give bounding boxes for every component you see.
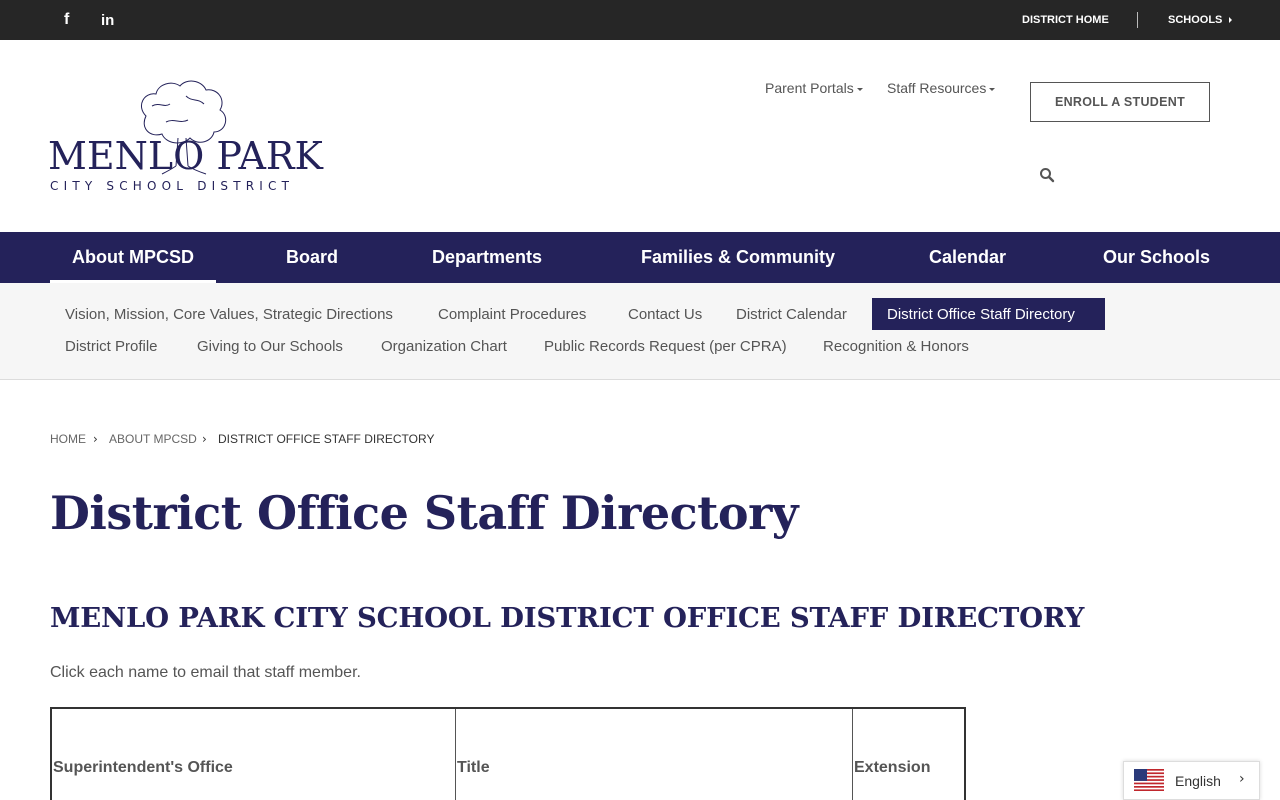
parent-portals-label: Parent Portals (765, 80, 854, 96)
caret-down-icon (989, 87, 996, 91)
nav-calendar[interactable]: Calendar (929, 232, 1006, 283)
sub-nav: Vision, Mission, Core Values, Strategic … (0, 283, 1280, 380)
table-divider (852, 709, 853, 800)
language-selector[interactable]: English › (1123, 761, 1260, 800)
logo-name: MENLO PARK (48, 134, 323, 178)
language-label: English (1175, 773, 1221, 789)
utility-divider (1137, 12, 1138, 28)
nav-families-community[interactable]: Families & Community (641, 232, 835, 283)
district-logo[interactable]: MENLO PARK CITY SCHOOL DISTRICT (48, 76, 323, 198)
search-icon[interactable] (1039, 166, 1055, 184)
facebook-icon[interactable]: f (64, 0, 69, 40)
staff-resources-label: Staff Resources (887, 80, 987, 96)
nav-board[interactable]: Board (286, 232, 338, 283)
caret-down-icon (856, 87, 863, 91)
table-header-title: Title (457, 759, 490, 776)
staff-resources-dropdown[interactable]: Staff Resources (887, 80, 996, 96)
page-title: District Office Staff Directory (50, 486, 799, 540)
subnav-public-records[interactable]: Public Records Request (per CPRA) (544, 330, 787, 362)
logo-subtitle: CITY SCHOOL DISTRICT (50, 179, 295, 193)
breadcrumb-home[interactable]: HOME (50, 432, 86, 446)
staff-directory-table: Superintendent's Office Title Extension (50, 707, 966, 800)
intro-text: Click each name to email that staff memb… (50, 664, 361, 681)
parent-portals-dropdown[interactable]: Parent Portals (765, 80, 863, 96)
subnav-organization-chart[interactable]: Organization Chart (381, 330, 507, 362)
table-header-extension: Extension (854, 759, 931, 776)
schools-dropdown[interactable]: SCHOOLS (1168, 0, 1233, 40)
utility-bar: f in DISTRICT HOME SCHOOLS (0, 0, 1280, 40)
subnav-recognition-honors[interactable]: Recognition & Honors (823, 330, 969, 362)
subnav-staff-directory[interactable]: District Office Staff Directory (872, 298, 1105, 330)
breadcrumb-current: DISTRICT OFFICE STAFF DIRECTORY (218, 432, 435, 446)
subnav-vision-mission[interactable]: Vision, Mission, Core Values, Strategic … (65, 298, 393, 330)
nav-our-schools[interactable]: Our Schools (1103, 232, 1210, 283)
breadcrumb-about[interactable]: ABOUT MPCSD (109, 432, 197, 446)
schools-label: SCHOOLS (1168, 14, 1223, 26)
linkedin-icon[interactable]: in (101, 0, 114, 40)
nav-about-mpcsd[interactable]: About MPCSD (50, 232, 216, 283)
subnav-district-profile[interactable]: District Profile (65, 330, 158, 362)
chevron-right-icon: › (93, 432, 98, 446)
nav-departments[interactable]: Departments (432, 232, 542, 283)
district-home-link[interactable]: DISTRICT HOME (1022, 0, 1109, 40)
main-nav: About MPCSD Board Departments Families &… (0, 232, 1280, 283)
us-flag-icon (1134, 769, 1164, 791)
subnav-complaint-procedures[interactable]: Complaint Procedures (438, 298, 586, 330)
caret-right-icon (1229, 17, 1233, 23)
section-title: MENLO PARK CITY SCHOOL DISTRICT OFFICE S… (50, 602, 1085, 634)
chevron-right-icon: › (1239, 771, 1245, 787)
subnav-giving[interactable]: Giving to Our Schools (197, 330, 343, 362)
table-divider (455, 709, 456, 800)
chevron-right-icon: › (202, 432, 207, 446)
subnav-district-calendar[interactable]: District Calendar (736, 298, 847, 330)
enroll-student-button[interactable]: ENROLL A STUDENT (1030, 82, 1210, 122)
subnav-contact-us[interactable]: Contact Us (628, 298, 702, 330)
table-header-department: Superintendent's Office (53, 759, 233, 776)
